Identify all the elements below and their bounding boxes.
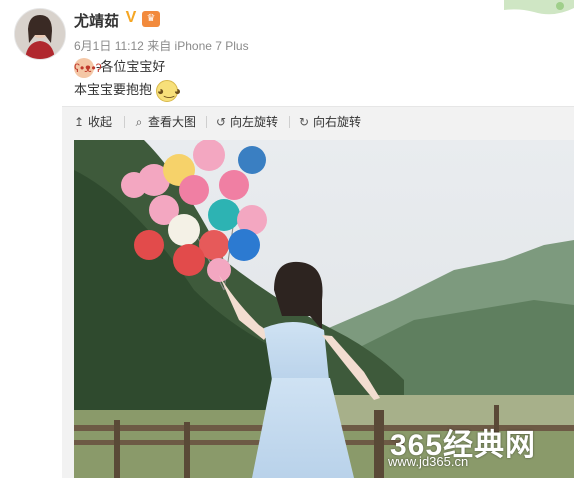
bear-emoji-icon: ʕ•ᴥ•ʔ <box>74 57 102 78</box>
rotate-left-icon: ↺ <box>215 115 227 129</box>
post-time[interactable]: 11:12 <box>115 39 144 53</box>
collapse-label: 收起 <box>88 115 113 129</box>
toolbar-divider <box>289 116 290 128</box>
corner-decoration-icon <box>504 0 574 15</box>
post-text-line1: ʕ•ᴥ•ʔ-各位宝宝好 <box>74 56 165 78</box>
rotate-right-icon: ↻ <box>298 115 310 129</box>
verified-badge-icon: V <box>125 9 137 26</box>
user-name[interactable]: 尤靖茹 <box>74 10 119 31</box>
magnifier-icon: ⌕ <box>135 115 143 129</box>
post-header: 尤靖茹 V ♛ 6月1日 11:12 来自 iPhone 7 Plus ʕ•ᴥ•… <box>0 0 574 106</box>
view-large-label: 查看大图 <box>148 115 197 129</box>
view-large-button[interactable]: ⌕ 查看大图 <box>132 107 196 137</box>
rotate-left-label: 向左旋转 <box>230 115 279 129</box>
post-text-line2: 本宝宝要抱抱 ◕‿◕ <box>74 79 181 102</box>
via-label: 来自 <box>147 39 172 53</box>
avatar[interactable] <box>14 8 66 60</box>
image-toolbar: ↥ 收起 ⌕ 查看大图 ↺ 向左旋转 ↻ 向右旋转 <box>62 106 574 137</box>
post-date[interactable]: 6月1日 <box>74 39 111 53</box>
watermark-url: www.jd365.cn <box>388 454 469 469</box>
post-text-1: -各位宝宝好 <box>96 59 166 74</box>
vip-badge-icon: ♛ <box>142 11 160 27</box>
collapse-icon: ↥ <box>73 115 85 129</box>
rotate-left-button[interactable]: ↺ 向左旋转 <box>214 107 278 137</box>
rotate-right-button[interactable]: ↻ 向右旋转 <box>297 107 361 137</box>
toolbar-divider <box>206 116 207 128</box>
post-meta: 6月1日 11:12 来自 iPhone 7 Plus <box>74 37 249 54</box>
cat-emoji-icon: ◕‿◕ <box>156 79 181 102</box>
device-label[interactable]: iPhone 7 Plus <box>175 39 249 53</box>
post-text-2: 本宝宝要抱抱 <box>74 82 153 97</box>
rotate-right-label: 向右旋转 <box>313 115 362 129</box>
toolbar-divider <box>124 116 125 128</box>
collapse-button[interactable]: ↥ 收起 <box>72 107 112 137</box>
